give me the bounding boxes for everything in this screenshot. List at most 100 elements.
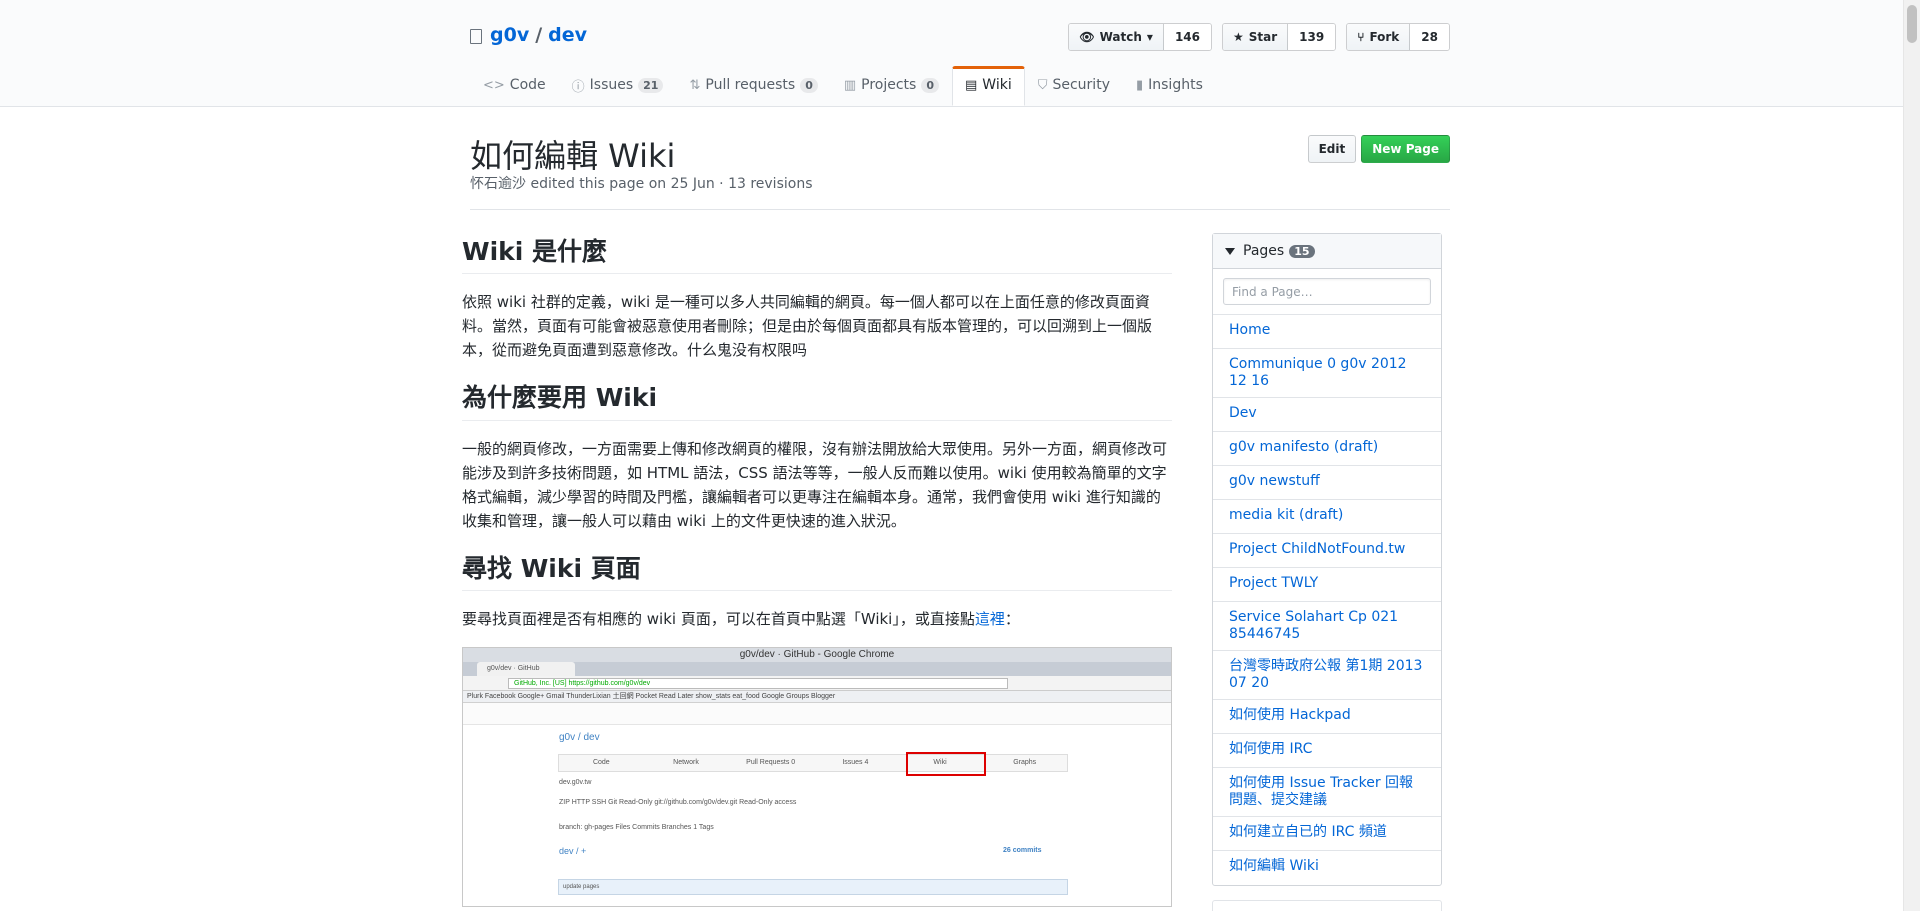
sidebar-page-link[interactable]: Communique 0 g0v 2012 12 16 (1229, 356, 1407, 389)
sidebar-page-link[interactable]: Dev (1229, 405, 1257, 421)
watch-label: Watch (1099, 30, 1142, 44)
sidebar-page-link[interactable]: 如何使用 Issue Tracker 回報問題、提交建議 (1229, 775, 1413, 808)
screenshot-clone-row: ZIP HTTP SSH Git Read-Only git://github.… (559, 798, 797, 806)
book-icon: ▤ (965, 77, 978, 93)
page-actions: Edit New Page (1307, 135, 1450, 163)
pages-count-badge: 15 (1289, 244, 1315, 258)
issues-counter: 21 (638, 77, 664, 93)
find-page-input[interactable] (1223, 278, 1431, 305)
tab-pull-requests[interactable]: ⇅ Pull requests 0 (676, 66, 830, 106)
tab-issues[interactable]: ⓘ Issues 21 (559, 66, 677, 106)
section-heading: Wiki 是什麼 (462, 236, 1172, 275)
repo-icon (470, 28, 482, 44)
edit-button[interactable]: Edit (1307, 135, 1357, 163)
author-link[interactable]: 怀石逾沙 (470, 176, 526, 192)
star-label: Star (1248, 30, 1278, 44)
tab-projects-label: Projects (861, 77, 917, 93)
tab-wiki[interactable]: ▤ Wiki (952, 66, 1025, 106)
tab-security[interactable]: ⛉ Security (1025, 66, 1123, 106)
page-title: 如何編輯 Wiki (470, 137, 676, 175)
triangle-down-icon (1225, 247, 1235, 255)
screenshot-tab: Code (592, 758, 610, 766)
repo-owner-link[interactable]: g0v (490, 24, 529, 46)
star-icon: ★ (1233, 30, 1244, 44)
screenshot-page: g0v / dev Code Network Pull Requests 0 I… (463, 702, 1171, 906)
sidebar-page-link[interactable]: g0v manifesto (draft) (1229, 439, 1378, 455)
here-link[interactable]: 這裡 (975, 610, 1005, 628)
tab-projects[interactable]: ▥ Projects 0 (831, 66, 952, 106)
screenshot-wiki-highlight (906, 751, 986, 776)
eye-icon: 👁 (1079, 30, 1095, 44)
screenshot-commits: 26 commits (1003, 846, 1042, 854)
star-button[interactable]: ★ Star (1223, 24, 1289, 50)
repo-name-link[interactable]: dev (548, 24, 587, 46)
sidebar-page-item: g0v newstuff (1213, 466, 1441, 500)
tab-code[interactable]: <> Code (470, 66, 559, 106)
pages-sidebar: Pages 15 Home Communique 0 g0v 2012 12 16… (1212, 233, 1442, 886)
screenshot-tab: Pull Requests 0 (746, 758, 796, 766)
sidebar-page-link[interactable]: 台灣零時政府公報 第1期 2013 07 20 (1229, 658, 1422, 691)
screenshot-repo-path: g0v / dev (559, 731, 600, 743)
watch-group: 👁 Watch ▾ 146 (1068, 23, 1212, 51)
fork-button[interactable]: ⑂ Fork (1347, 24, 1411, 50)
sidebar-page-item: Service Solahart Cp 021 85446745 (1213, 602, 1441, 651)
page-list: Home Communique 0 g0v 2012 12 16 Dev g0v ma… (1213, 315, 1441, 885)
sidebar-page-item: 如何使用 Hackpad (1213, 700, 1441, 734)
sidebar-page-link[interactable]: Service Solahart Cp 021 85446745 (1229, 609, 1398, 642)
screenshot-nav: Code Network Pull Requests 0 Issues 4 Wi… (558, 753, 1068, 772)
new-page-button[interactable]: New Page (1361, 135, 1450, 163)
paragraph-text: 要尋找頁面裡是否有相應的 wiki 頁面，可以在首頁中點選「Wiki」，或直接點 (462, 609, 975, 628)
scrollbar[interactable] (1903, 0, 1920, 911)
sidebar-page-link[interactable]: 如何使用 IRC (1229, 741, 1312, 757)
screenshot-tab: Network (673, 758, 699, 766)
scrollbar-thumb[interactable] (1907, 5, 1917, 43)
sidebar-page-link[interactable]: 如何編輯 Wiki (1229, 858, 1319, 874)
watch-count[interactable]: 146 (1163, 24, 1211, 50)
sidebar-page-item: 如何編輯 Wiki (1213, 851, 1441, 885)
wiki-page-header: 如何編輯 Wiki 怀石逾沙 edited this page on 25 Ju… (470, 107, 1450, 210)
repo-nav: <> Code ⓘ Issues 21 ⇅ Pull requests 0 ▥ … (470, 66, 1216, 106)
sidebar-page-item: Project ChildNotFound.tw (1213, 534, 1441, 568)
pages-title: Pages (1243, 243, 1285, 259)
paragraph: 依照 wiki 社群的定義，wiki 是一種可以多人共同編輯的網頁。每一個人都可… (462, 293, 1153, 360)
sidebar-page-item: 如何使用 Issue Tracker 回報問題、提交建議 (1213, 768, 1441, 817)
section-heading: 為什麼要用 Wiki (462, 382, 1172, 421)
sidebar-page-link[interactable]: Project ChildNotFound.tw (1229, 541, 1405, 557)
paragraph: 一般的網頁修改，一方面需要上傳和修改網頁的權限，沒有辦法開放給大眾使用。另外一方… (462, 439, 1168, 530)
issue-icon: ⓘ (571, 79, 585, 95)
pulls-counter: 0 (800, 77, 818, 93)
project-icon: ▥ (843, 77, 857, 93)
sidebar-secondary-box (1212, 900, 1442, 911)
sidebar-page-link[interactable]: Home (1229, 322, 1270, 338)
sidebar-page-item: 如何使用 IRC (1213, 734, 1441, 768)
screenshot-browser-tab: g0v/dev · GitHub (477, 661, 575, 676)
screenshot-tab: Graphs (1013, 758, 1037, 766)
star-count[interactable]: 139 (1288, 24, 1336, 50)
sidebar-page-link[interactable]: 如何建立自已的 IRC 頻道 (1229, 824, 1387, 840)
fork-count[interactable]: 28 (1410, 24, 1449, 50)
sidebar-page-link[interactable]: media kit (draft) (1229, 507, 1343, 523)
filter-box (1213, 269, 1441, 315)
tab-code-label: Code (509, 77, 546, 93)
page-meta: 怀石逾沙 edited this page on 25 Jun · 13 rev… (470, 173, 813, 193)
section-heading: 尋找 Wiki 頁面 (462, 553, 1172, 591)
screenshot-address-bar: GitHub, Inc. [US] https://github.com/g0v… (508, 677, 1008, 689)
sidebar-page-link[interactable]: g0v newstuff (1229, 473, 1320, 489)
embedded-screenshot: g0v/dev · GitHub - Google Chrome g0v/dev… (462, 646, 1172, 907)
tab-insights[interactable]: ▮ Insights (1123, 66, 1216, 106)
graph-icon: ▮ (1135, 77, 1144, 93)
shield-icon: ⛉ (1037, 77, 1048, 93)
screenshot-update-bar: update pages (558, 878, 1068, 895)
star-group: ★ Star 139 (1222, 23, 1337, 51)
fork-group: ⑂ Fork 28 (1346, 23, 1450, 51)
watch-button[interactable]: 👁 Watch ▾ (1069, 24, 1164, 50)
repo-separator: / (535, 24, 543, 46)
sidebar-page-item: Home (1213, 315, 1441, 349)
sidebar-page-link[interactable]: 如何使用 Hackpad (1229, 707, 1351, 723)
pull-request-icon: ⇅ (689, 77, 701, 93)
pages-header[interactable]: Pages 15 (1213, 234, 1441, 269)
tab-wiki-label: Wiki (982, 77, 1012, 93)
paragraph-end: ： (1004, 609, 1020, 628)
sidebar-page-link[interactable]: Project TWLY (1229, 575, 1318, 591)
fork-icon: ⑂ (1357, 30, 1365, 44)
